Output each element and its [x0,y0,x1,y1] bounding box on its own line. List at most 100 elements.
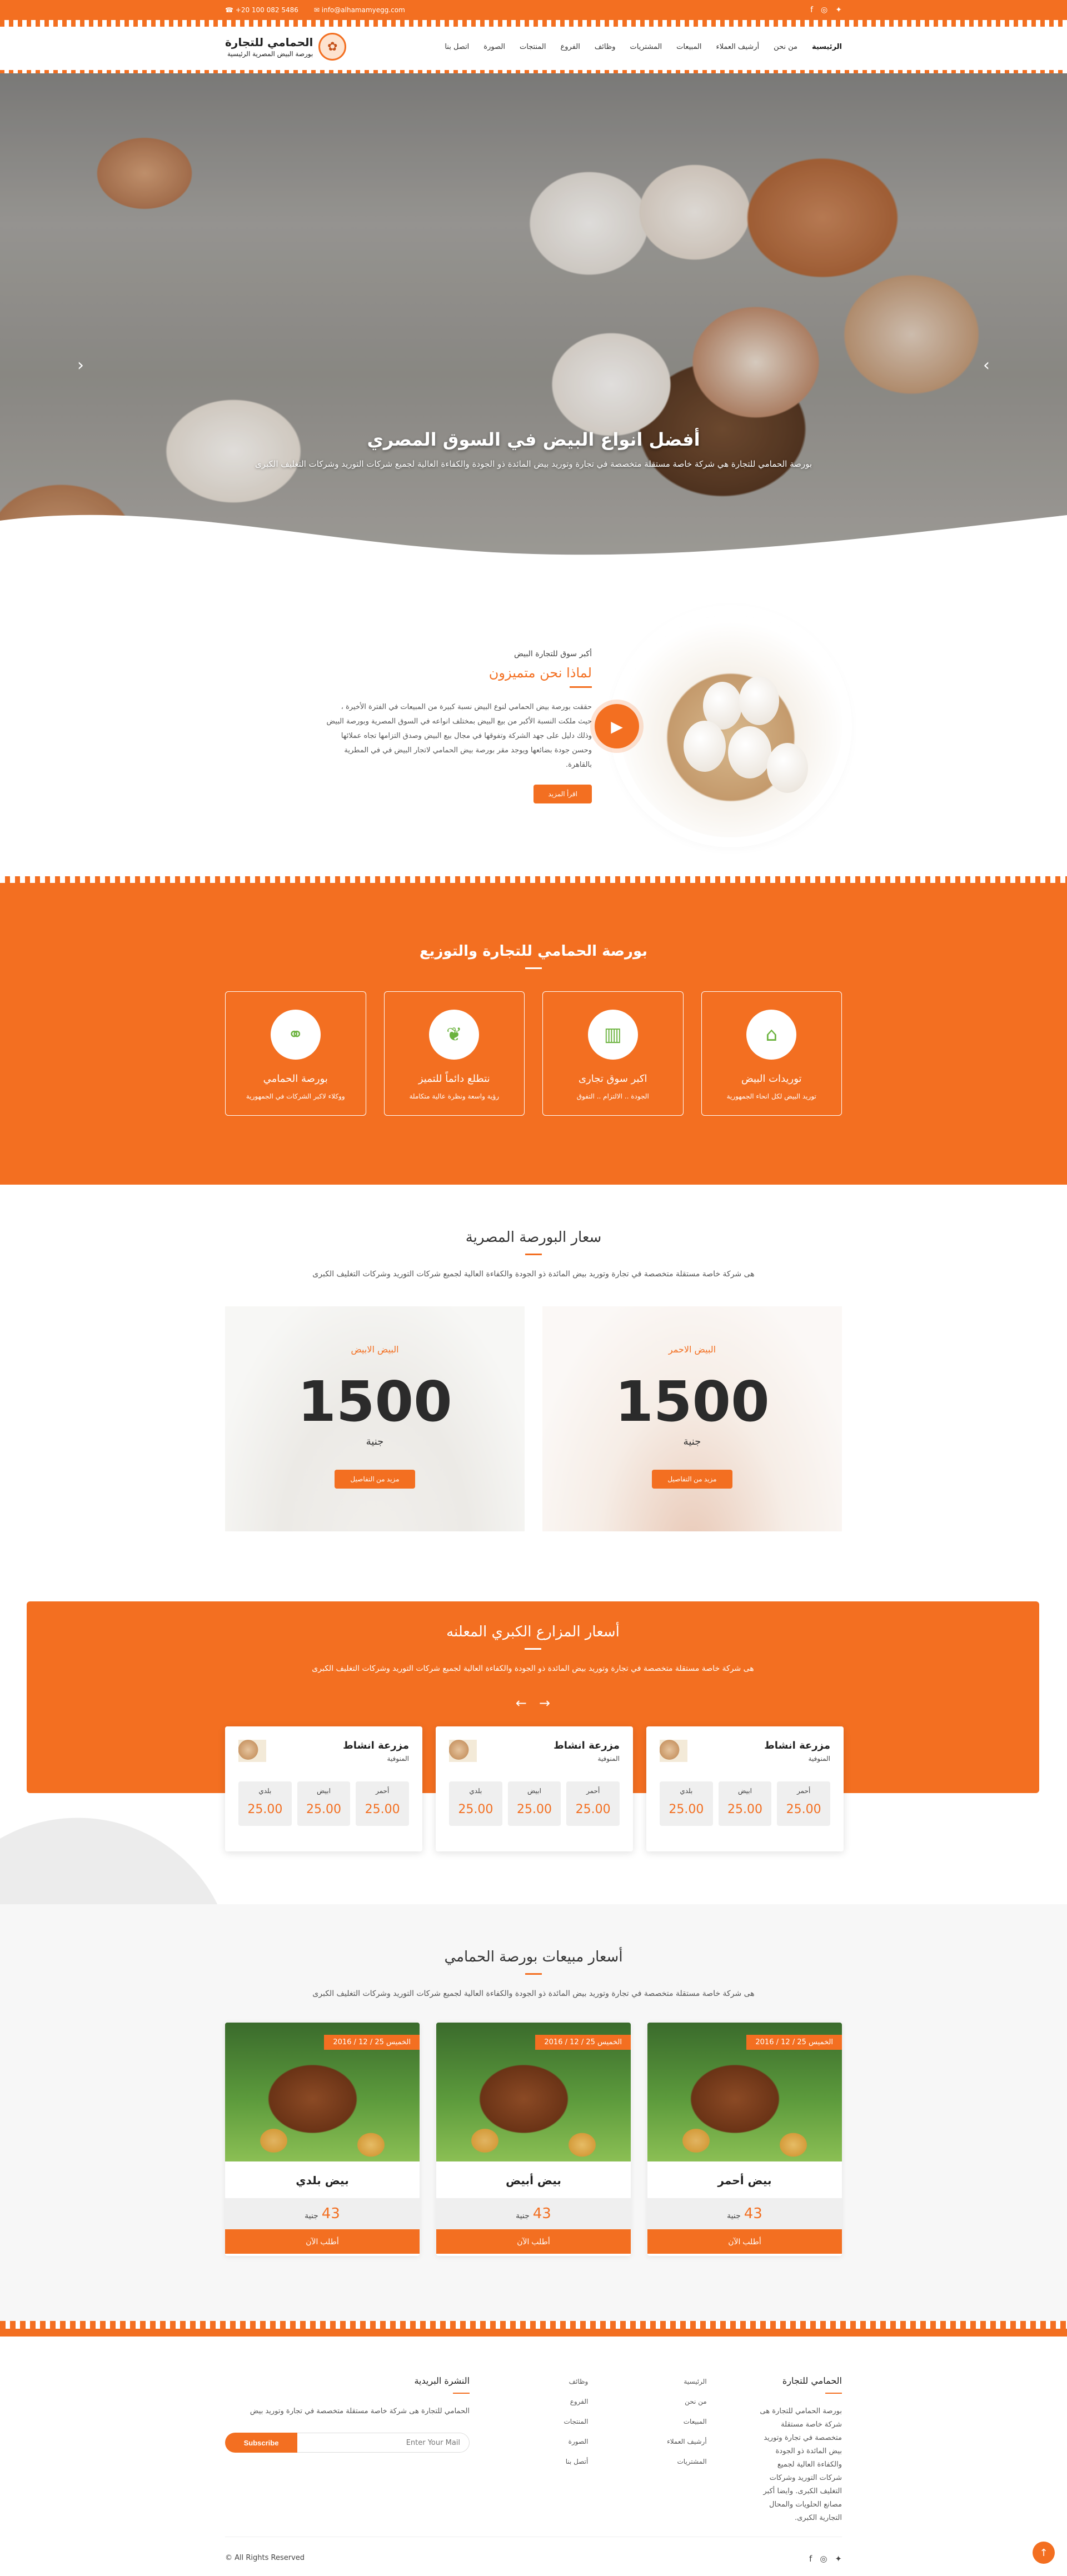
nav-home[interactable]: الرئيسية [812,43,842,51]
instagram-icon[interactable]: ◎ [821,6,827,14]
price-card-white-eggs: البيض الابيض 1500 جنية مزيد من التفاصيل [225,1306,525,1531]
sales-lead: هى شركة خاصة مستقلة متخصصة في تجارة وتور… [312,1989,755,1998]
newsletter-email-input[interactable] [297,2433,470,2453]
facebook-icon[interactable]: f [810,6,813,14]
nav-purchases[interactable]: المشتريات [630,43,662,51]
exchange-prices-section: سعار البورصة المصرية هى شركة خاصة مستقلة… [0,1185,1067,1574]
farms-title-underline [525,1648,541,1650]
footer-underline [825,2393,842,2394]
order-now-button[interactable]: أطلب الآن [647,2229,842,2254]
footer-link[interactable]: المبيعات [640,2418,707,2425]
order-now-button[interactable]: أطلب الآن [225,2229,420,2254]
instagram-icon[interactable]: ◎ [820,2554,827,2564]
price-cell: بلدي 25.00 [448,1781,502,1826]
site-logo[interactable]: ✿ الحمامي للتجارة بورصة البيض المصرية ال… [225,33,347,61]
price-card-value: 1500 [297,1369,452,1434]
site-header: الرئيسية من نحن أرشيف العملاء المبيعات ا… [0,20,1067,77]
scroll-to-top-icon[interactable]: ↑ [1033,2542,1055,2564]
sale-card: الخميس 25 / 12 / 2016 بيض بلدي 43 جنية أ… [225,2023,420,2256]
price-card-value: 1500 [615,1369,770,1434]
footer-about-title: الحمامي للتجارة [782,2375,842,2386]
sales-title-underline [525,1973,542,1975]
logo-emblem-icon: ✿ [318,33,347,61]
farm-card[interactable]: مزرعة انشاط المنوفية أحمر 25.00 ابيض 25.00… [225,1726,422,1851]
facebook-icon[interactable]: f [809,2554,812,2564]
carousel-next-icon[interactable]: → [539,1695,550,1711]
footer-link[interactable]: الصورة [521,2438,589,2445]
carousel-prev-icon[interactable]: ← [516,1695,527,1711]
cell-label: بلدي [258,1787,272,1795]
twitter-icon[interactable]: ✦ [835,2554,842,2564]
feature-card[interactable]: ❦ نتطلع دائماً للتميز رؤية واسعة ونظرة ع… [383,991,525,1116]
sale-currency: جنية [305,2211,318,2220]
nav-contact[interactable]: اتصل بنا [445,43,469,51]
email-item[interactable]: ✉ info@alhamamyegg.com [314,6,405,14]
nav-jobs[interactable]: وظائف [595,43,616,51]
sale-name: بيض أبيض [506,2174,561,2187]
more-details-button[interactable]: مزيد من التفاصيل [335,1470,415,1489]
footer-link[interactable]: الفروع [521,2398,589,2405]
footer-link[interactable]: الرئيسية [640,2378,706,2385]
about-section: أكبر سوق للتجارة البيض لماذا نحن متميزون… [0,576,1067,876]
footer-about: الحمامي للتجارة بورصة الحمامي للتجارة هى… [759,2375,842,2525]
hero-subtitle: بورصة الحمامي للتجارة هي شركة خاصة مستقل… [255,459,812,469]
cell-value: 25.00 [669,1803,704,1816]
nav-clients-archive[interactable]: أرشيف العملاء [716,43,760,51]
feature-text: رؤية واسعة ونظرة عالية متكاملة [409,1092,500,1100]
eggs-thumbnail [660,1740,687,1762]
footer-link[interactable]: أتصل بنا [521,2458,589,2465]
sale-name: بيض أحمر [717,2174,772,2187]
phone-item[interactable]: ☎ +20 100 082 5486 [225,6,298,14]
slider-prev-icon[interactable]: ‹ [69,354,92,376]
twitter-icon[interactable]: ✦ [835,6,842,14]
nav-branches[interactable]: الفروع [560,43,580,51]
footer-newsletter: النشرة البريدية الحمامي للتجارة هى شركة … [225,2375,470,2525]
hero-caption: أفضل انواع البيض في السوق المصري بورصة ا… [0,429,1067,469]
price-cell: ابيض 25.00 [507,1781,561,1826]
farm-card[interactable]: مزرعة انشاط المنوفية أحمر 25.00 ابيض 25.00… [436,1726,633,1851]
feature-card[interactable]: ⚭ بورصة الحمامي ووكلاء لاكبر الشركات في … [225,991,366,1116]
top-social: f ◎ ✦ [810,6,842,14]
feature-title: توريدات البيض [741,1073,802,1085]
video-play-icon[interactable]: ▶ [595,704,639,748]
about-subtitle: أكبر سوق للتجارة البيض [514,649,592,658]
nav-gallery[interactable]: الصورة [483,43,505,51]
site-footer: الحمامي للتجارة بورصة الحمامي للتجارة هى… [0,2337,1067,2576]
more-details-button[interactable]: مزيد من التفاصيل [652,1470,732,1489]
nav-about[interactable]: من نحن [774,43,797,51]
nav-products[interactable]: المنتجات [520,43,546,51]
footer-links-1: الرئيسية من نحن المبيعات أرشيف العملاء ا… [640,2375,707,2525]
hero-title: أفضل انواع البيض في السوق المصري [367,429,700,450]
sale-price: 43 [532,2205,551,2222]
egg-shape [684,721,726,772]
about-text-block: أكبر سوق للتجارة البيض لماذا نحن متميزون… [325,650,592,803]
feature-card[interactable]: ▥ اكبر سوق تجارى الجودة .. الالتزام .. ا… [542,991,684,1116]
footer-link[interactable]: من نحن [640,2398,707,2405]
footer-link[interactable]: المشتريات [640,2458,707,2465]
cell-label: ابيض [527,1787,541,1795]
farm-card[interactable]: مزرعة انشاط المنوفية أحمر 25.00 ابيض 25.00… [646,1726,844,1851]
hen-image: الخميس 25 / 12 / 2016 [647,2023,842,2161]
footer-orange-strip [0,2329,1067,2337]
top-bar: ☎ +20 100 082 5486 ✉ info@alhamamyegg.co… [0,0,1067,20]
footer-link[interactable]: وظائف [521,2378,589,2385]
feature-card[interactable]: ⌂ توريدات البيض توريد البيض لكل انحاء ال… [701,991,842,1116]
footer-link[interactable]: المنتجات [521,2418,588,2425]
slider-next-icon[interactable]: › [975,354,998,376]
eggs-thumbnail [449,1740,477,1762]
farm-title: مزرعة انشاط [764,1740,830,1751]
nav-sales[interactable]: المبيعات [676,43,701,51]
sale-price-box: 43 جنية [225,2198,420,2229]
cell-label: بلدي [680,1787,693,1795]
mail-icon: ✉ [313,6,322,14]
footer-link[interactable]: أرشيف العملاء [640,2438,707,2445]
read-more-button[interactable]: اقرأ المزيد [534,784,592,803]
copyright-text: © All Rights Reserved [225,2554,305,2562]
order-now-button[interactable]: أطلب الآن [436,2229,631,2254]
newsletter-form: Subscribe [225,2433,470,2453]
features-section: بورصة الحمامي للتجارة والتوزيع ⌂ توريدات… [0,876,1067,1185]
price-cards: البيض الاحمر 1500 جنية مزيد من التفاصيل … [0,1306,1067,1531]
newsletter-text: الحمامي للتجارة هى شركة خاصة مستقلة متخص… [250,2407,470,2415]
subscribe-button[interactable]: Subscribe [225,2433,298,2453]
sale-card: الخميس 25 / 12 / 2016 بيض أحمر 43 جنية أ… [647,2023,842,2256]
